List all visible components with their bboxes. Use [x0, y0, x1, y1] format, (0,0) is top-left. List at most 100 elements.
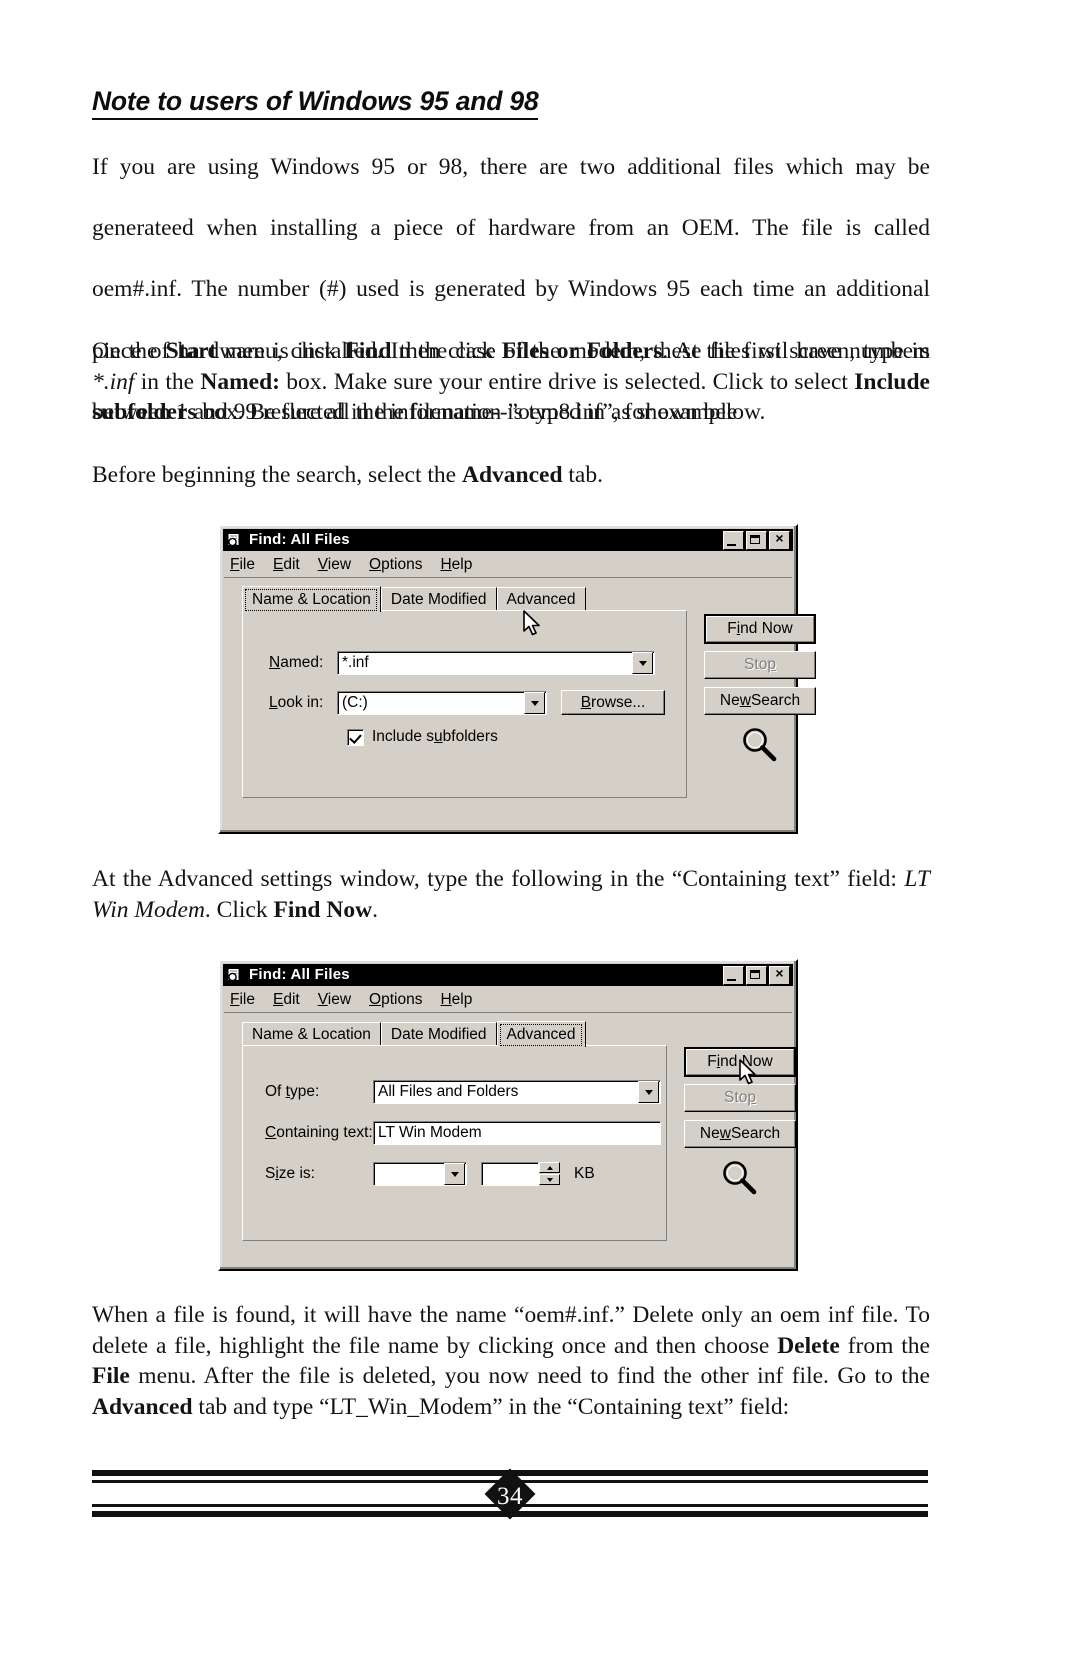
button-label: Ne [719, 692, 740, 709]
menu-accel: H [440, 556, 452, 573]
button-accel: p [767, 656, 776, 673]
menu-label: dit [283, 556, 300, 573]
of-type-dropdown-arrow-icon[interactable] [638, 1081, 659, 1103]
menu-label: iew [327, 556, 352, 573]
label-text: ze is: [278, 1165, 315, 1182]
tab-name-and-location[interactable]: Name & Location [242, 1022, 381, 1045]
size-number-input[interactable] [481, 1162, 539, 1186]
button-label: Search [730, 1125, 781, 1142]
menu-label: ptions [381, 556, 423, 573]
size-compare-dropdown-arrow-icon[interactable] [444, 1163, 465, 1185]
menu-bar[interactable]: File Edit View Options Help [224, 553, 792, 578]
spin-down-icon[interactable] [539, 1174, 560, 1185]
menu-item-help[interactable]: Help [440, 556, 472, 574]
maximize-button[interactable] [746, 530, 767, 550]
menu-accel: O [369, 991, 382, 1008]
of-type-combobox[interactable]: All Files and Folders [373, 1080, 661, 1104]
size-compare-combobox[interactable] [373, 1162, 467, 1186]
browse-button[interactable]: Browse... [561, 690, 665, 715]
named-dropdown-arrow-icon[interactable] [632, 652, 653, 674]
tab-advanced[interactable]: Advanced [496, 1021, 586, 1047]
label-text: amed: [280, 654, 324, 671]
menu-bar[interactable]: File Edit View Options Help [224, 988, 792, 1013]
include-subfolders-label: Include subfolders [372, 728, 498, 746]
maximize-button[interactable] [746, 965, 767, 985]
lookin-combobox[interactable]: (C:) [337, 690, 547, 715]
size-number-spin-buttons[interactable] [539, 1162, 560, 1186]
window-title: Find: All Files [249, 966, 350, 983]
mouse-pointer-icon [738, 1059, 764, 1089]
text-segment: then click [391, 338, 502, 364]
of-type-input[interactable]: All Files and Folders [373, 1080, 661, 1104]
text-segment: box. Make sure your entire drive is sele… [279, 368, 855, 395]
window-controls[interactable]: × [723, 530, 790, 550]
bold-file: File [92, 1363, 130, 1390]
of-type-field-row: Of type: All Files and Folders [265, 1080, 661, 1104]
button-accel: B [580, 693, 592, 711]
stop-button[interactable]: Sto p [704, 651, 816, 679]
find-all-files-window-1[interactable]: Find: All Files × File Edit View Options… [218, 524, 816, 834]
close-button[interactable]: × [769, 530, 790, 550]
new-search-button[interactable]: Ne w Search [684, 1120, 796, 1148]
magnifier-icon [720, 1158, 796, 1203]
italic-inf: *.inf [92, 368, 135, 395]
menu-item-help[interactable]: Help [440, 991, 472, 1009]
bold-find: Find [344, 338, 392, 364]
named-input[interactable]: *.inf [337, 651, 655, 675]
window-title: Find: All Files [249, 531, 350, 548]
tab-advanced[interactable]: Advanced [496, 587, 586, 610]
menu-item-view[interactable]: View [318, 991, 351, 1009]
menu-item-options[interactable]: Options [369, 556, 422, 574]
containing-text-input[interactable]: LT Win Modem [373, 1121, 661, 1145]
spin-up-icon[interactable] [539, 1162, 560, 1173]
lookin-dropdown-arrow-icon[interactable] [524, 691, 545, 714]
tab-page-name-and-location: Named: *.inf Look in: (C:) Browse... Inc… [242, 610, 687, 798]
named-combobox[interactable]: *.inf [337, 651, 655, 675]
find-all-files-window-2[interactable]: Find: All Files × File Edit View Options… [218, 959, 798, 1271]
tab-name-and-location[interactable]: Name & Location [242, 586, 381, 612]
text-segment: from the [839, 1332, 930, 1359]
label-text: ook in: [277, 693, 324, 711]
menu-item-file[interactable]: File [230, 556, 255, 574]
menu-item-edit[interactable]: Edit [273, 556, 300, 574]
menu-label: dit [283, 991, 300, 1008]
bold-advanced: Advanced [461, 462, 563, 488]
bold-advanced: Advanced [92, 1393, 193, 1420]
bold-find-now: Find Now [273, 896, 373, 923]
find-now-button[interactable]: Fi nd Now [704, 614, 816, 644]
include-subfolders-checkbox[interactable] [347, 728, 364, 746]
bold-start: Start [165, 338, 217, 364]
menu-item-view[interactable]: View [318, 556, 351, 574]
window-controls[interactable]: × [723, 965, 790, 985]
title-bar[interactable]: Find: All Files × [223, 529, 793, 551]
tab-strip[interactable]: Name & Location Date Modified Advanced [242, 586, 790, 612]
text-segment: tab and type “LT_Win_Modem” in the “Cont… [192, 1393, 790, 1420]
new-search-button[interactable]: Ne w Search [704, 687, 816, 715]
tab-date-modified[interactable]: Date Modified [380, 1022, 497, 1045]
include-subfolders-checkbox-row[interactable]: Include subfolders [347, 728, 498, 746]
paragraph-intro-line-2: generateed when installing a piece of ha… [92, 215, 930, 242]
label-text: S [265, 1165, 276, 1182]
close-button[interactable]: × [769, 965, 790, 985]
title-bar[interactable]: Find: All Files × [223, 964, 793, 986]
menu-accel: E [272, 991, 284, 1008]
text-segment: Before beginning the search, select the [92, 462, 462, 488]
tab-label: Date Modified [390, 591, 487, 608]
menu-item-file[interactable]: File [230, 991, 255, 1009]
lookin-input[interactable]: (C:) [337, 690, 547, 715]
text-segment: menu. After the file is deleted, you now… [129, 1363, 930, 1390]
lookin-label: Look in: [269, 694, 337, 712]
menu-item-edit[interactable]: Edit [273, 991, 300, 1009]
menu-item-options[interactable]: Options [369, 991, 422, 1009]
button-label: F [727, 620, 737, 637]
label-text: ype: [289, 1083, 320, 1100]
find-files-icon [226, 532, 243, 548]
minimize-button[interactable] [723, 965, 744, 985]
minimize-button[interactable] [723, 530, 744, 550]
label-accel: C [265, 1124, 277, 1141]
tab-strip[interactable]: Name & Location Date Modified Advanced [242, 1021, 790, 1047]
paragraph-intro-line-1: If you are using Windows 95 or 98, there… [92, 154, 930, 180]
size-number-spinner[interactable] [481, 1162, 560, 1186]
document-page: Note to users of Windows 95 and 98 If yo… [0, 0, 1080, 1669]
tab-date-modified[interactable]: Date Modified [380, 587, 497, 610]
